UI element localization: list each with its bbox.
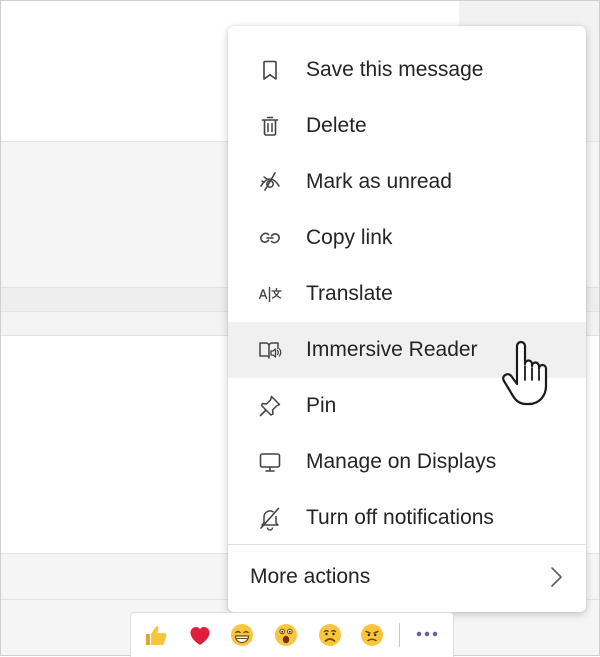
menu-item-delete[interactable]: Delete: [228, 98, 586, 154]
menu-item-translate[interactable]: Translate: [228, 266, 586, 322]
menu-item-label: Save this message: [306, 58, 484, 81]
menu-item-mark-unread[interactable]: Mark as unread: [228, 154, 586, 210]
surprised-face-icon[interactable]: [273, 622, 299, 648]
menu-item-label: Pin: [306, 394, 337, 417]
translate-icon: [256, 280, 284, 308]
menu-item-copy-link[interactable]: Copy link: [228, 210, 586, 266]
monitor-icon: [256, 448, 284, 476]
unread-icon: [256, 168, 284, 196]
trash-icon: [256, 112, 284, 140]
heart-icon[interactable]: [187, 622, 213, 648]
angry-face-icon[interactable]: [359, 622, 385, 648]
menu-item-turn-off-notifications[interactable]: Turn off notifications: [228, 490, 586, 546]
header-strip: [459, 1, 599, 13]
reaction-bar: [130, 612, 454, 657]
menu-item-label: Manage on Displays: [306, 450, 497, 473]
hand-cursor-icon: [500, 340, 554, 408]
more-actions-button[interactable]: More actions: [228, 548, 586, 606]
link-icon: [256, 224, 284, 252]
chevron-right-icon: [546, 564, 566, 590]
more-actions-label: More actions: [250, 565, 371, 588]
menu-item-label: Turn off notifications: [306, 506, 494, 529]
menu-item-label: Mark as unread: [306, 170, 452, 193]
pin-icon: [256, 392, 284, 420]
message-context-menu: Save this message Delete Mark as unread: [228, 26, 586, 612]
menu-item-label: Delete: [306, 114, 367, 137]
menu-item-label: Immersive Reader: [306, 338, 478, 361]
reaction-divider: [399, 623, 400, 647]
menu-divider: [228, 544, 586, 545]
menu-item-manage-displays[interactable]: Manage on Displays: [228, 434, 586, 490]
bell-off-icon: [256, 504, 284, 532]
sad-face-icon[interactable]: [317, 622, 343, 648]
menu-item-label: Copy link: [306, 226, 393, 249]
more-options-icon[interactable]: [411, 619, 443, 649]
menu-item-label: Translate: [306, 282, 393, 305]
menu-item-save-message[interactable]: Save this message: [228, 42, 586, 98]
laughing-face-icon[interactable]: [229, 622, 255, 648]
thumbs-up-icon[interactable]: [143, 622, 169, 648]
immersive-reader-icon: [256, 336, 284, 364]
bookmark-icon: [256, 56, 284, 84]
